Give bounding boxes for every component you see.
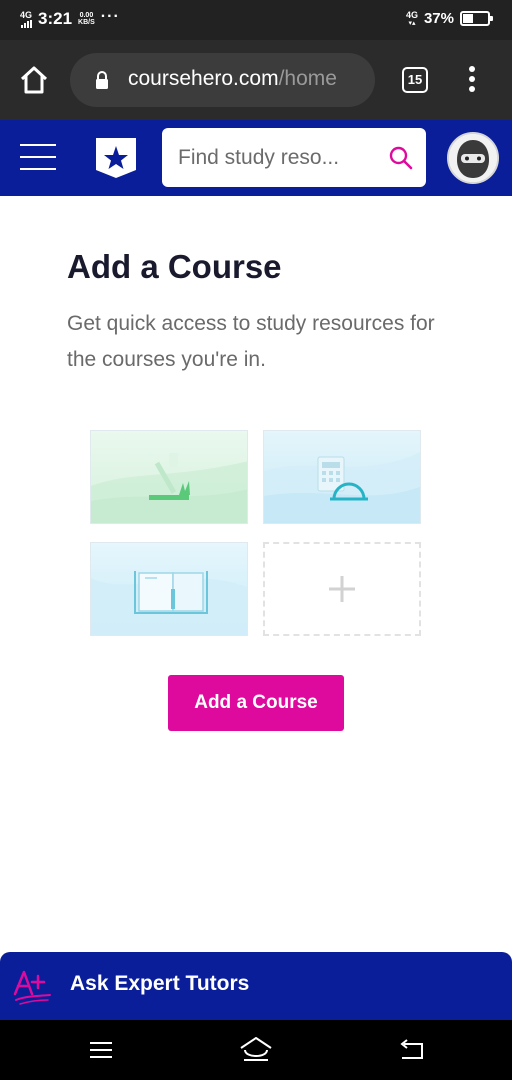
a-plus-icon <box>13 970 51 1005</box>
address-bar[interactable]: coursehero.com/home <box>70 53 375 107</box>
data-rate-value: 0.00 <box>79 12 94 19</box>
browser-menu-button[interactable] <box>468 66 476 94</box>
data-rate-unit: KB/S <box>78 19 95 26</box>
page-title: Add a Course <box>67 248 282 285</box>
url-domain: coursehero.com <box>128 67 279 90</box>
course-hero-logo[interactable] <box>94 136 138 185</box>
microscope-icon <box>91 453 247 523</box>
page-subtitle: Get quick access to study resources for … <box>67 312 435 371</box>
open-book-icon <box>91 571 247 635</box>
more-notifications-icon: ··· <box>100 8 120 25</box>
calculator-protractor-icon <box>264 451 420 523</box>
battery-percent: 37% <box>423 10 454 27</box>
tab-switcher-button[interactable]: 15 <box>402 67 428 93</box>
url-path: /home <box>278 67 337 90</box>
back-icon[interactable] <box>398 1034 426 1066</box>
recent-apps-icon[interactable] <box>88 1034 114 1066</box>
add-course-button[interactable]: Add a Course <box>168 675 344 731</box>
system-nav-bar <box>0 1020 512 1080</box>
course-illustration-math <box>263 430 421 524</box>
browser-toolbar: coursehero.com/home 15 <box>0 40 512 120</box>
status-left: 4G 3:21 0.00 KB/S ··· <box>20 8 120 29</box>
search-icon[interactable] <box>388 145 414 171</box>
user-avatar[interactable] <box>447 132 499 184</box>
url-text: coursehero.com/home <box>128 67 337 91</box>
lock-icon <box>96 71 108 89</box>
signal-icon: 4G <box>20 9 33 28</box>
signal-right-icon: 4G ▾▴ <box>405 9 418 27</box>
plus-icon <box>329 576 355 602</box>
hamburger-menu-button[interactable] <box>20 144 56 172</box>
search-input[interactable] <box>178 128 378 187</box>
network-type-right: 4G <box>405 9 418 20</box>
ask-expert-tutors-banner[interactable]: Ask Expert Tutors <box>0 952 512 1020</box>
logo-star-icon <box>96 138 136 178</box>
data-rate: 0.00 KB/S <box>78 12 95 26</box>
course-illustration-science <box>90 430 248 524</box>
status-right: 4G ▾▴ 37% <box>405 9 493 27</box>
status-bar: 4G 3:21 0.00 KB/S ··· 4G ▾▴ 37% <box>0 0 512 40</box>
avatar-ninja-icon <box>449 134 497 182</box>
search-box <box>162 128 426 187</box>
add-course-tile[interactable] <box>263 542 421 636</box>
battery-icon <box>460 11 493 26</box>
course-illustration-reading <box>90 542 248 636</box>
home-icon <box>20 66 48 94</box>
site-header <box>0 120 512 196</box>
system-home-icon[interactable] <box>238 1034 274 1066</box>
network-type: 4G <box>20 9 33 20</box>
browser-home-button[interactable] <box>18 64 50 96</box>
status-time: 3:21 <box>38 9 73 28</box>
ask-expert-tutors-label: Ask Expert Tutors <box>70 972 250 995</box>
